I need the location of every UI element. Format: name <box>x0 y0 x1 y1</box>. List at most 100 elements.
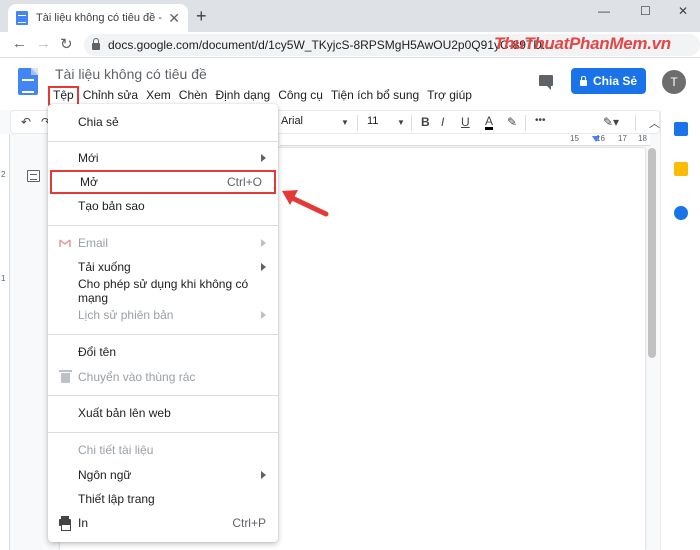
menu-shortcut: Ctrl+O <box>226 175 262 189</box>
menu-offline[interactable]: Cho phép sử dụng khi không có mạng <box>48 277 278 305</box>
vertical-ruler: 2 1 <box>0 134 10 550</box>
menu-item-label: Lịch sử phiên bản <box>78 308 174 322</box>
submenu-arrow-icon <box>261 154 266 162</box>
menu-publish-web[interactable]: Xuất bản lên web <box>48 401 278 425</box>
submenu-arrow-icon <box>261 239 266 247</box>
ruler-number: 1 <box>1 274 6 283</box>
document-outline-icon[interactable] <box>27 170 40 182</box>
bold-button[interactable]: B <box>421 115 430 129</box>
submenu-arrow-icon <box>261 311 266 319</box>
undo-icon[interactable]: ↶ <box>21 115 31 129</box>
avatar[interactable]: T <box>662 70 686 94</box>
tasks-icon[interactable] <box>674 206 688 220</box>
browser-tab-strip: Tài liệu không có tiêu đề - Google Docs … <box>0 0 700 32</box>
menu-rename[interactable]: Đổi tên <box>48 340 278 364</box>
menu-item-label: Email <box>78 236 109 250</box>
menu-item-label: Chuyển vào thùng rác <box>78 370 196 384</box>
menu-insert[interactable]: Chèn <box>175 86 212 106</box>
annotation-arrow-icon <box>282 190 329 217</box>
menu-new[interactable]: Mới <box>48 146 278 170</box>
menu-separator <box>48 141 278 142</box>
side-panel <box>660 110 700 550</box>
maximize-button[interactable]: ☐ <box>640 4 651 18</box>
editing-mode-pen-icon[interactable]: ✎▾ <box>603 115 619 129</box>
menu-separator <box>48 432 278 433</box>
lock-icon <box>579 75 587 86</box>
toolbar-divider <box>635 115 636 131</box>
docs-logo-icon[interactable] <box>18 68 38 95</box>
menu-edit[interactable]: Chỉnh sửa <box>79 86 142 106</box>
menu-item-label: Ngôn ngữ <box>78 468 132 482</box>
menu-item-label: Thiết lập trang <box>78 492 155 506</box>
menu-make-copy[interactable]: Tạo bản sao <box>48 194 278 218</box>
menu-item-label: Tạo bản sao <box>78 199 145 213</box>
size-dropdown-icon[interactable]: ▼ <box>397 118 405 127</box>
menu-document-details[interactable]: Chi tiết tài liệu <box>48 438 278 462</box>
menu-item-label: Đổi tên <box>78 345 117 359</box>
watermark-logo: ThuThuatPhanMem.vn <box>494 34 671 53</box>
ruler-number: 15 <box>570 134 579 143</box>
close-window-button[interactable]: ✕ <box>678 4 688 18</box>
share-button[interactable]: Chia Sẻ <box>571 68 646 94</box>
underline-button[interactable]: U <box>461 115 470 129</box>
menu-separator <box>48 225 278 226</box>
menu-item-label: In <box>78 516 89 530</box>
menu-help[interactable]: Trợ giúp <box>423 86 476 106</box>
comment-icon[interactable] <box>539 75 553 90</box>
menu-page-setup[interactable]: Thiết lập trang <box>48 487 278 511</box>
menu-item-label: Tải xuống <box>78 260 131 274</box>
print-icon <box>59 516 71 531</box>
highlight-pen-icon[interactable]: ✎ <box>507 115 517 129</box>
new-tab-button[interactable]: + <box>196 6 207 27</box>
menu-addons[interactable]: Tiện ích bổ sung <box>327 86 423 106</box>
font-dropdown-icon[interactable]: ▼ <box>341 118 349 127</box>
toolbar-divider <box>525 115 526 131</box>
toolbar-divider <box>357 115 358 131</box>
back-arrow-icon[interactable]: ← <box>12 35 27 52</box>
ruler-number: 2 <box>1 170 6 179</box>
menu-view[interactable]: Xem <box>142 86 175 106</box>
menu-open[interactable]: Mở Ctrl+O <box>50 170 276 194</box>
menu-share[interactable]: Chia sẻ <box>48 110 278 134</box>
menu-download[interactable]: Tải xuống <box>48 255 278 279</box>
document-title[interactable]: Tài liệu không có tiêu đề <box>55 66 207 82</box>
menu-separator <box>48 395 278 396</box>
menu-item-label: Chi tiết tài liệu <box>78 443 154 457</box>
italic-button[interactable]: I <box>441 115 444 129</box>
menu-email[interactable]: Email <box>48 231 278 255</box>
menu-item-label: Mở <box>80 175 98 189</box>
menu-item-label: Chia sẻ <box>78 115 119 129</box>
ruler-number: 17 <box>618 134 627 143</box>
share-label: Chia Sẻ <box>592 74 637 88</box>
menu-version-history[interactable]: Lịch sử phiên bản <box>48 303 278 327</box>
scrollbar[interactable] <box>648 148 656 358</box>
font-select[interactable]: Arial <box>281 115 303 127</box>
forward-arrow-icon[interactable]: → <box>36 35 51 52</box>
menu-tools[interactable]: Công cụ <box>274 86 327 106</box>
toolbar-divider <box>411 115 412 131</box>
menu-file[interactable]: Tệp <box>48 86 79 106</box>
docs-favicon-icon <box>16 11 28 25</box>
trash-icon <box>59 370 72 383</box>
menu-separator <box>48 334 278 335</box>
browser-tab[interactable]: Tài liệu không có tiêu đề - Google Docs … <box>8 4 188 32</box>
more-options-button[interactable]: ••• <box>535 115 546 126</box>
menu-move-to-trash[interactable]: Chuyển vào thùng rác <box>48 365 278 389</box>
menu-format[interactable]: Định dạng <box>211 86 274 106</box>
collapse-chevron-icon[interactable]: ︿ <box>649 115 660 131</box>
ruler-number: 16 <box>596 134 605 143</box>
keep-icon[interactable] <box>674 162 688 176</box>
minimize-button[interactable]: — <box>598 4 610 18</box>
menu-shortcut: Ctrl+P <box>232 516 266 530</box>
menu-item-label: Mới <box>78 151 99 165</box>
close-tab-icon[interactable]: ✕ <box>168 10 180 27</box>
font-size-select[interactable]: 11 <box>367 115 378 127</box>
text-color-button[interactable]: A <box>485 115 494 130</box>
url-text: docs.google.com/document/d/1cy5W_TKyjcS-… <box>108 38 552 52</box>
horizontal-ruler: 15 16 17 18 <box>280 134 650 146</box>
menu-language[interactable]: Ngôn ngữ <box>48 463 278 487</box>
submenu-arrow-icon <box>261 471 266 479</box>
calendar-icon[interactable] <box>674 122 688 136</box>
menu-print[interactable]: In Ctrl+P <box>48 511 278 535</box>
reload-icon[interactable]: ↻ <box>60 35 73 53</box>
